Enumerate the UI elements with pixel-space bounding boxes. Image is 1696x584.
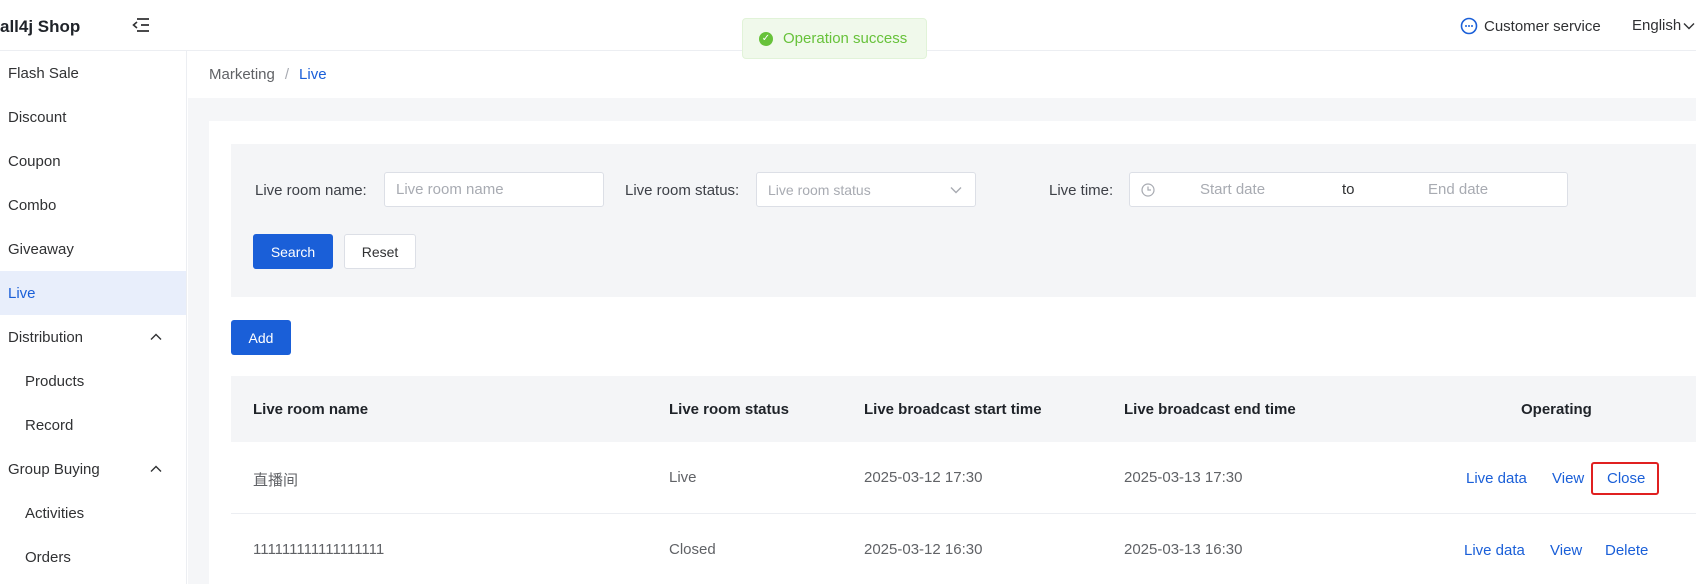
column-header-start-time: Live broadcast start time (864, 401, 1042, 418)
column-header-operating: Operating (1521, 401, 1592, 418)
room-status-select[interactable]: Live room status (756, 172, 976, 207)
cell-room-status: Live (669, 469, 697, 486)
room-status-placeholder: Live room status (768, 181, 871, 198)
language-selector[interactable]: English (1632, 17, 1695, 34)
start-date-placeholder[interactable]: Start date (1200, 181, 1265, 198)
sidebar-item-label: Flash Sale (8, 64, 79, 82)
language-label: English (1632, 17, 1682, 34)
sidebar-item-live[interactable]: Live (0, 271, 186, 315)
sidebar-item-combo[interactable]: Combo (0, 183, 186, 227)
sidebar-item-record[interactable]: Record (0, 403, 186, 447)
sidebar-group-distribution[interactable]: Distribution (0, 315, 186, 359)
cell-end-time: 2025-03-13 17:30 (1124, 469, 1243, 486)
breadcrumb-live[interactable]: Live (299, 66, 327, 83)
sidebar-item-label: Group Buying (8, 460, 100, 478)
live-data-link[interactable]: Live data (1466, 470, 1527, 487)
breadcrumb-marketing[interactable]: Marketing (209, 66, 275, 83)
cell-start-time: 2025-03-12 17:30 (864, 469, 983, 486)
add-button[interactable]: Add (231, 320, 291, 355)
cell-end-time: 2025-03-13 16:30 (1124, 541, 1243, 558)
sidebar-item-label: Giveaway (8, 240, 74, 258)
filter-panel (231, 144, 1696, 297)
chevron-up-icon (150, 465, 162, 472)
customer-service-link[interactable]: Customer service (1460, 17, 1601, 35)
sidebar-item-label: Combo (8, 196, 57, 214)
chevron-down-icon (1683, 22, 1695, 29)
sidebar-item-orders[interactable]: Orders (0, 535, 186, 579)
end-date-placeholder[interactable]: End date (1428, 181, 1488, 198)
live-time-label: Live time: (1049, 182, 1114, 199)
view-link[interactable]: View (1552, 470, 1584, 487)
customer-service-label: Customer service (1484, 17, 1601, 35)
cell-room-name: 直播间 (253, 472, 299, 489)
sidebar: Flash Sale Discount Coupon Combo Giveawa… (0, 51, 187, 584)
range-separator: to (1342, 181, 1355, 198)
room-name-placeholder: Live room name (396, 181, 504, 198)
column-header-end-time: Live broadcast end time (1124, 401, 1296, 418)
sidebar-item-label: Record (25, 416, 74, 434)
sidebar-item-label: Activities (25, 504, 85, 522)
sidebar-item-giveaway[interactable]: Giveaway (0, 227, 186, 271)
cell-start-time: 2025-03-12 16:30 (864, 541, 983, 558)
sidebar-item-activities[interactable]: Activities (0, 491, 186, 535)
search-button[interactable]: Search (253, 234, 333, 269)
sidebar-item-label: Discount (8, 108, 67, 126)
breadcrumb-separator: / (284, 66, 290, 83)
room-status-label: Live room status: (625, 182, 740, 199)
delete-link[interactable]: Delete (1605, 542, 1648, 559)
sidebar-item-label: Live (8, 284, 36, 302)
room-name-input[interactable]: Live room name (384, 172, 604, 207)
sidebar-item-label: Distribution (8, 328, 84, 346)
view-link[interactable]: View (1550, 542, 1582, 559)
chevron-down-icon (950, 187, 962, 194)
toast-message: Operation success (783, 30, 908, 47)
room-name-label: Live room name: (255, 182, 367, 199)
live-data-link[interactable]: Live data (1464, 542, 1525, 559)
clock-icon (1141, 183, 1155, 197)
app-logo: all4j Shop (0, 17, 81, 36)
column-header-room-name: Live room name (253, 401, 369, 418)
column-header-room-status: Live room status (669, 401, 790, 418)
sidebar-item-products[interactable]: Products (0, 359, 186, 403)
sidebar-item-discount[interactable]: Discount (0, 95, 186, 139)
sidebar-item-label: Products (25, 372, 85, 390)
row-divider (231, 513, 1696, 514)
sidebar-item-label: Orders (25, 548, 71, 566)
reset-button[interactable]: Reset (344, 234, 416, 269)
collapse-menu-icon[interactable] (132, 17, 150, 33)
sidebar-group-group-buying[interactable]: Group Buying (0, 447, 186, 491)
live-time-range-picker[interactable]: Start date to End date (1129, 172, 1568, 207)
check-circle-icon: ✓ (759, 31, 773, 46)
sidebar-item-flash-sale[interactable]: Flash Sale (0, 51, 186, 95)
success-toast: ✓ Operation success (742, 18, 927, 59)
breadcrumb: Marketing / Live (188, 51, 1696, 98)
sidebar-item-coupon[interactable]: Coupon (0, 139, 186, 183)
chat-bubble-icon (1460, 17, 1478, 35)
close-link-highlight (1591, 462, 1659, 495)
chevron-up-icon (150, 333, 162, 340)
cell-room-status: Closed (669, 541, 716, 558)
sidebar-item-label: Coupon (8, 152, 61, 170)
cell-room-name: 111111111111111111 (253, 541, 385, 558)
